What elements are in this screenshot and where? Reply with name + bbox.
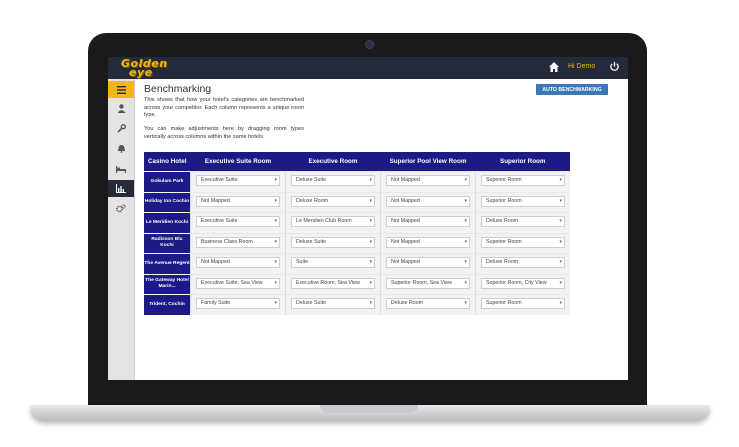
column-header: Executive Room (285, 152, 381, 172)
wrench-icon[interactable] (108, 120, 134, 137)
column-header: Executive Suite Room (190, 152, 286, 172)
logo[interactable]: Golden eye (121, 58, 168, 78)
room-type-select[interactable]: Not Mapped (386, 175, 470, 186)
hotel-name: Radisson Blu Kochi (144, 232, 191, 254)
room-type-select[interactable]: Not Mapped (196, 257, 280, 268)
room-type-select[interactable]: Not Mapped (386, 236, 470, 248)
page-title: Benchmarking (144, 83, 212, 95)
menu-icon[interactable] (108, 81, 134, 98)
chart-icon[interactable] (108, 180, 134, 197)
auto-benchmarking-button[interactable]: AUTO BENCHMARKING (536, 84, 608, 95)
app-screen: Golden eye Hi Demo Benchmarking This sho… (108, 57, 628, 380)
bed-icon[interactable] (108, 160, 134, 177)
sidebar (108, 79, 135, 380)
description-text: This shows that how your hotel's categor… (144, 97, 304, 118)
room-type-select[interactable]: Deluxe Room (481, 257, 565, 268)
benchmark-table: Casino Hotel Executive Suite Room Execut… (144, 152, 570, 315)
room-type-select[interactable]: Superior Room, City View (481, 277, 565, 289)
home-icon[interactable] (548, 61, 560, 73)
room-type-select[interactable]: Not Mapped (196, 195, 280, 207)
table-row: The Gateway Hotel Marin... Executive Sui… (144, 273, 570, 295)
room-type-select[interactable]: Suite (291, 257, 375, 268)
hotel-name: The Gateway Hotel Marin... (144, 273, 191, 295)
room-type-select[interactable]: Superior Room, Sea View (386, 277, 470, 289)
top-bar: Golden eye Hi Demo (108, 57, 628, 79)
room-type-select[interactable]: Superior Room (481, 236, 565, 248)
table-row: Trident, Cochin Family Suite Deluxe Suit… (144, 294, 570, 315)
room-type-select[interactable]: Executive Suite, Sea View (196, 277, 280, 289)
room-type-select[interactable]: Executive Suite (196, 175, 280, 186)
room-type-select[interactable]: Deluxe Room (386, 298, 470, 309)
user-name[interactable]: Hi Demo (568, 63, 595, 70)
camera-icon (365, 40, 374, 49)
column-header: Superior Pool View Room (380, 152, 476, 172)
power-icon[interactable] (609, 61, 620, 72)
room-type-select[interactable]: Deluxe Suite (291, 236, 375, 248)
hotel-name: Trident, Cochin (144, 294, 191, 315)
table-row: The Avenue Regent Not Mapped Suite Not M… (144, 253, 570, 274)
hotel-name: Holiday Inn Cochin (144, 191, 191, 213)
room-type-select[interactable]: Business Class Room (196, 236, 280, 248)
room-type-select[interactable]: Family Suite (196, 298, 280, 309)
room-type-select[interactable]: Superior Room (481, 298, 565, 309)
room-type-select[interactable]: Le Meridien Club Room (291, 216, 375, 227)
room-type-select[interactable]: Deluxe Room (481, 216, 565, 227)
instruction-text: You can make adjustments here by draggin… (144, 126, 304, 140)
table-row: Gokulam Park Executive Suite Deluxe Suit… (144, 171, 570, 192)
room-type-select[interactable]: Executive Suite (196, 216, 280, 227)
gears-icon[interactable] (108, 200, 134, 217)
table-row: Radisson Blu Kochi Business Class Room D… (144, 232, 570, 254)
hotel-name: The Avenue Regent (144, 253, 191, 274)
column-header: Superior Room (475, 152, 570, 172)
room-type-select[interactable]: Not Mapped (386, 257, 470, 268)
table-row: Holiday Inn Cochin Not Mapped Deluxe Roo… (144, 191, 570, 213)
room-type-select[interactable]: Superior Room (481, 175, 565, 186)
hotel-column-header: Casino Hotel (144, 152, 191, 172)
room-type-select[interactable]: Superior Room (481, 195, 565, 207)
laptop-notch (320, 405, 418, 413)
room-type-select[interactable]: Deluxe Suite (291, 298, 375, 309)
table-row: Le Meridien Kochi Executive Suite Le Mer… (144, 212, 570, 233)
hotel-name: Gokulam Park (144, 171, 191, 192)
user-icon[interactable] (108, 100, 134, 117)
room-type-select[interactable]: Deluxe Suite (291, 175, 375, 186)
room-type-select[interactable]: Deluxe Room (291, 195, 375, 207)
main-content: Benchmarking This shows that how your ho… (134, 79, 628, 380)
bell-icon[interactable] (108, 140, 134, 157)
room-type-select[interactable]: Executive Room, Sea View (291, 277, 375, 289)
hotel-name: Le Meridien Kochi (144, 212, 191, 233)
room-type-select[interactable]: Not Mapped (386, 216, 470, 227)
room-type-select[interactable]: Not Mapped (386, 195, 470, 207)
